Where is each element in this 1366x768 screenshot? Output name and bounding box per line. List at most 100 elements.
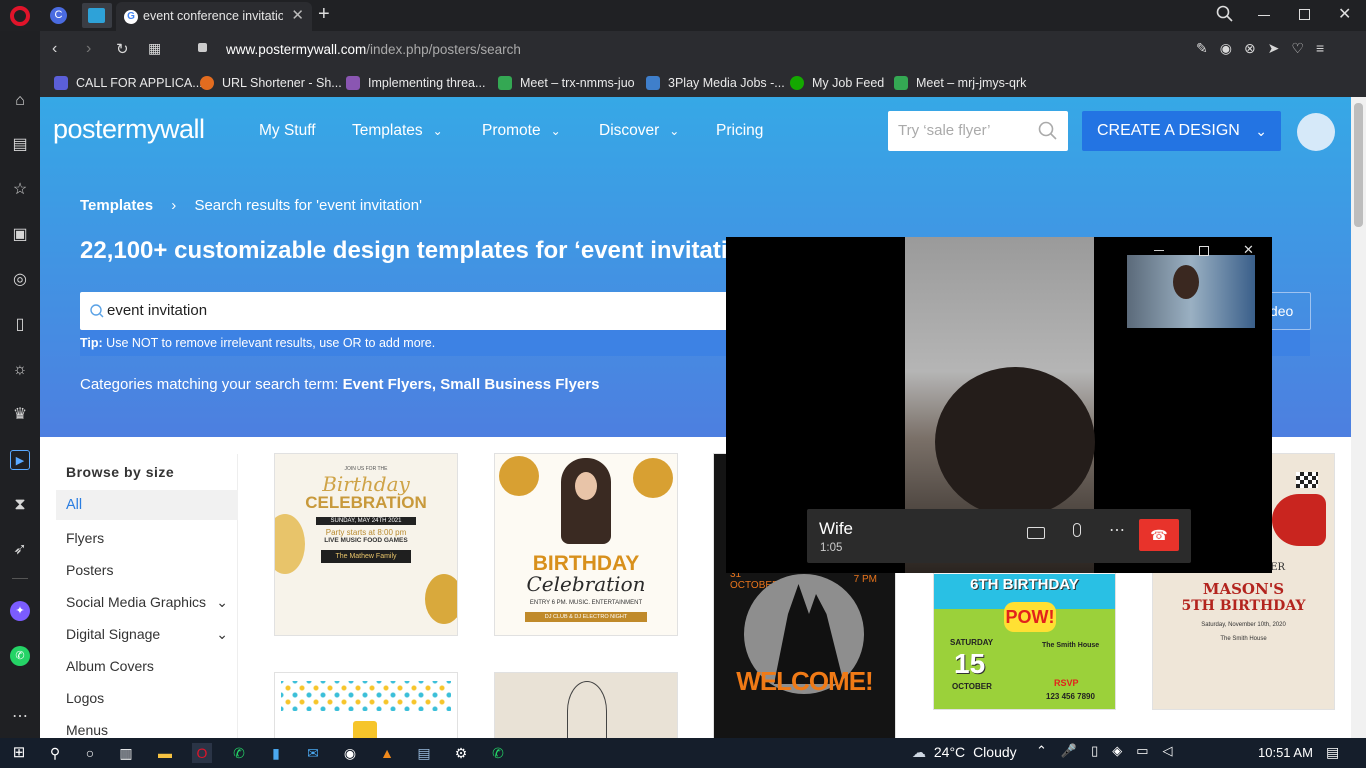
nav-pricing[interactable]: Pricing: [716, 122, 763, 140]
scroll-thumb[interactable]: [1354, 103, 1363, 227]
shopping-bag-graphic: [353, 721, 377, 738]
notification-icon[interactable]: ▤: [1326, 744, 1339, 761]
whatsapp-taskbar-icon[interactable]: ✆: [229, 743, 249, 763]
template-card-birthday-gold[interactable]: JOIN US FOR THE Birthday CELEBRATION SUN…: [275, 454, 457, 635]
browse-by-size-panel: Browse by size All Flyers Posters Social…: [56, 454, 238, 738]
card4-pow: POW!: [1004, 602, 1056, 632]
bookmark-0[interactable]: CALL FOR APPLICA...: [54, 69, 203, 97]
page-scrollbar[interactable]: [1351, 97, 1366, 738]
shopping-bag-icon[interactable]: ▤: [10, 135, 30, 155]
nav-discover[interactable]: Discover ⌄: [599, 122, 679, 140]
whatsapp-taskbar-icon-2[interactable]: ✆: [488, 743, 508, 763]
new-tab-button[interactable]: +: [318, 3, 330, 26]
compass-icon[interactable]: ◎: [10, 270, 30, 290]
forward-icon[interactable]: ›: [86, 40, 91, 58]
close-window-icon[interactable]: ✕: [1338, 4, 1351, 24]
tabs-grid-icon[interactable]: ▦: [148, 40, 161, 57]
task-view-icon[interactable]: ▥: [116, 743, 136, 763]
call-minimize-icon[interactable]: [1154, 250, 1164, 251]
browser-tab-bar: C Gevent conference invitation ✕ + ✕: [0, 0, 1366, 31]
browse-item-menus[interactable]: Menus: [66, 722, 108, 738]
browse-item-album[interactable]: Album Covers: [66, 658, 154, 674]
template-card-campfire[interactable]: [495, 673, 677, 738]
gear-icon[interactable]: ⚙: [451, 743, 471, 763]
home-icon[interactable]: ⌂: [10, 91, 30, 111]
notepad-icon[interactable]: ▤: [414, 743, 434, 763]
card4-day: SATURDAY: [950, 638, 994, 647]
category-link-event-flyers[interactable]: Event Flyers: [343, 376, 432, 393]
browse-item-flyers[interactable]: Flyers: [66, 530, 104, 546]
weather-widget[interactable]: ☁ 24°C Cloudy: [912, 744, 1017, 761]
minimize-icon[interactable]: [1258, 15, 1270, 16]
restore-icon[interactable]: [1299, 9, 1310, 20]
address-action-icons[interactable]: ✎◉⊗➤♡≡: [1196, 40, 1336, 57]
more-icon[interactable]: ⋯: [10, 707, 30, 727]
system-tray-icons[interactable]: ⌃🎤▯◈▭◁: [1036, 743, 1187, 759]
file-explorer-icon[interactable]: ▬: [155, 743, 175, 763]
url-field[interactable]: www.postermywall.com/index.php/posters/s…: [226, 42, 521, 57]
bookmark-4[interactable]: 3Play Media Jobs -...: [646, 69, 785, 97]
tab-favicon-c[interactable]: C: [50, 7, 67, 24]
tab-close-icon[interactable]: ✕: [291, 2, 304, 29]
windows-start-icon[interactable]: ⊞: [9, 743, 29, 763]
bookmark-6[interactable]: Meet – mrj-jmys-qrk: [894, 69, 1026, 97]
hang-up-button[interactable]: ☎: [1139, 519, 1179, 551]
cloud-icon: ☁: [912, 744, 926, 760]
search-icon[interactable]: [1038, 121, 1058, 141]
browse-item-signage[interactable]: Digital Signage ⌄: [66, 626, 228, 642]
call-close-icon[interactable]: ✕: [1243, 242, 1254, 258]
opera-taskbar-icon[interactable]: O: [192, 743, 212, 763]
template-card-birthday-celebration[interactable]: BIRTHDAY Celebration ENTRY 6 PM. MUSIC. …: [495, 454, 677, 635]
browse-item-logos[interactable]: Logos: [66, 690, 104, 706]
tab-active[interactable]: Gevent conference invitation ✕: [116, 2, 312, 31]
vlc-icon[interactable]: ▲: [377, 743, 397, 763]
back-icon[interactable]: ‹: [52, 40, 57, 58]
messenger-icon[interactable]: ✦: [10, 601, 30, 621]
hourglass-icon[interactable]: ⧗: [10, 495, 30, 515]
settings-circle-icon[interactable]: ◉: [340, 743, 360, 763]
video-call-window[interactable]: ✕ Wife 1:05 ⋯ ☎: [726, 237, 1272, 573]
nav-promote[interactable]: Promote ⌄: [482, 122, 561, 140]
crown-icon[interactable]: ♛: [10, 405, 30, 425]
camera-icon[interactable]: [1027, 527, 1045, 539]
site-logo[interactable]: postermywall: [53, 114, 205, 145]
document-icon[interactable]: ▮: [266, 743, 286, 763]
tab-favicon-square[interactable]: [82, 3, 112, 28]
mail-icon[interactable]: ✉: [303, 743, 323, 763]
opera-logo-icon[interactable]: [10, 6, 30, 26]
bookmark-5[interactable]: My Job Feed: [790, 69, 884, 97]
breadcrumb-templates[interactable]: Templates: [80, 197, 153, 214]
balloon-cluster: [633, 458, 673, 498]
template-card-confetti[interactable]: [275, 673, 457, 738]
tab-search-icon[interactable]: [1216, 5, 1234, 28]
cortana-icon[interactable]: ○: [80, 743, 100, 763]
user-avatar[interactable]: [1297, 113, 1335, 151]
bookmark-3[interactable]: Meet – trx-nmms-juo: [498, 69, 635, 97]
search-icon[interactable]: ⚲: [45, 743, 65, 763]
browse-item-posters[interactable]: Posters: [66, 562, 113, 578]
bookmark-2[interactable]: Implementing threa...: [346, 69, 485, 97]
microphone-icon[interactable]: [1073, 523, 1081, 537]
bookmark-1[interactable]: URL Shortener - Sh...: [200, 69, 342, 97]
nav-templates[interactable]: Templates ⌄: [352, 122, 443, 140]
create-design-button[interactable]: CREATE A DESIGN ⌄: [1082, 111, 1281, 151]
star-icon[interactable]: ☆: [10, 180, 30, 200]
more-options-icon[interactable]: ⋯: [1109, 520, 1125, 540]
card4-title: 6TH BIRTHDAY: [970, 576, 1079, 593]
nav-my-stuff[interactable]: My Stuff: [259, 122, 316, 140]
header-search-input[interactable]: Try ‘sale flyer’: [888, 111, 1068, 151]
chevron-down-icon: ⌄: [216, 594, 228, 610]
briefcase-icon[interactable]: ▣: [10, 225, 30, 245]
browse-item-all[interactable]: All: [56, 490, 238, 520]
whatsapp-icon[interactable]: ✆: [10, 646, 30, 666]
browse-item-social[interactable]: Social Media Graphics ⌄: [66, 594, 228, 610]
reload-icon[interactable]: ↻: [116, 40, 129, 58]
rocket-icon[interactable]: ➶: [10, 540, 30, 560]
book-icon[interactable]: ▯: [10, 315, 30, 335]
category-link-small-business[interactable]: Small Business Flyers: [440, 376, 599, 393]
tip-text: Use NOT to remove irrelevant results, us…: [106, 336, 436, 350]
clock[interactable]: 10:51 AM: [1258, 745, 1313, 760]
call-maximize-icon[interactable]: [1199, 246, 1209, 256]
sun-icon[interactable]: ☼: [10, 360, 30, 380]
player-icon[interactable]: ▶: [10, 450, 30, 470]
